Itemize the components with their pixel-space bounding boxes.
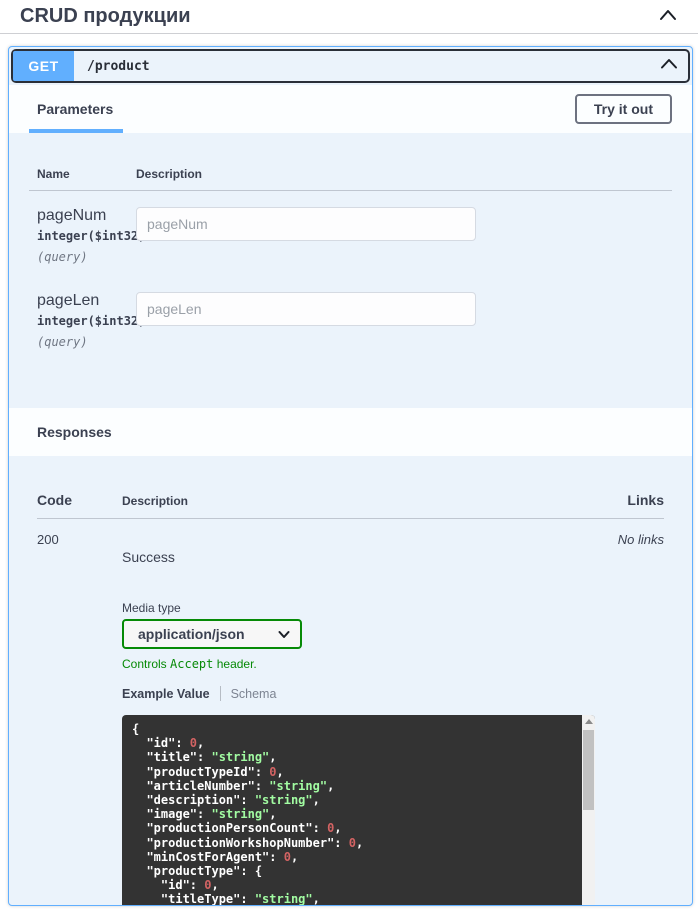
pagelen-input[interactable] [136, 292, 476, 326]
responses-table-header: Code Description Links [37, 476, 664, 519]
param-location: (query) [37, 335, 136, 349]
param-location: (query) [37, 250, 136, 264]
media-type-select[interactable]: application/json [122, 619, 302, 649]
response-description: Success [122, 549, 606, 565]
tab-example-value[interactable]: Example Value [122, 687, 210, 701]
tab-parameters: Parameters [29, 85, 123, 133]
arrow-up-icon [585, 719, 593, 724]
pagenum-input[interactable] [136, 207, 476, 241]
chevron-up-icon [660, 57, 678, 75]
param-type: integer($int32) [37, 229, 136, 243]
media-type-label: Media type [122, 601, 606, 615]
responses-title: Responses [29, 424, 112, 440]
scrollbar-thumb[interactable] [583, 730, 594, 810]
tag-section-header[interactable]: CRUD продукции [0, 0, 698, 34]
example-json: { "id": 0, "title": "string", "productTy… [122, 715, 595, 906]
media-type-selected: application/json [138, 626, 245, 642]
http-method-badge: GET [13, 51, 74, 81]
column-header-name: Name [29, 167, 136, 181]
accept-header-note: Controls Accept header. [122, 657, 606, 671]
column-header-description: Description [136, 167, 202, 181]
responses-header-bar: Responses [9, 408, 692, 456]
table-row: 200 Success Media type application/json … [37, 519, 664, 906]
tab-separator [220, 686, 221, 701]
tag-title: CRUD продукции [20, 4, 191, 28]
endpoint-path: /product [87, 59, 660, 74]
column-header-links: Links [606, 492, 664, 508]
column-header-description: Description [122, 494, 606, 508]
tab-schema[interactable]: Schema [231, 687, 277, 701]
opblock-summary[interactable]: GET /product [11, 49, 690, 83]
column-header-code: Code [37, 492, 122, 508]
example-code-block: { "id": 0, "title": "string", "productTy… [122, 715, 595, 906]
parameters-table-header: Name Description [29, 153, 672, 191]
tag-collapse-button[interactable] [658, 8, 678, 25]
try-it-out-button[interactable]: Try it out [575, 94, 672, 124]
parameters-tab-label: Parameters [37, 101, 113, 117]
accept-code: Accept [170, 657, 213, 671]
scrollbar-up-button[interactable] [582, 715, 595, 728]
parameters-header-bar: Parameters Try it out [9, 85, 692, 133]
table-row: pageNum integer($int32) (query) [29, 191, 672, 276]
opblock-get-product: GET /product Parameters Try it out Name … [8, 46, 693, 906]
response-code: 200 [37, 532, 122, 906]
table-row: pageLen integer($int32) (query) [29, 276, 672, 361]
code-scrollbar[interactable] [582, 715, 595, 906]
param-name: pageLen [37, 292, 136, 310]
opblock-collapse-button[interactable] [660, 57, 678, 75]
parameters-area: Name Description pageNum integer($int32)… [9, 133, 692, 408]
example-tabs: Example Value Schema [122, 686, 606, 701]
responses-area: Code Description Links 200 Success Media… [9, 456, 692, 906]
chevron-up-icon [658, 8, 678, 25]
param-name: pageNum [37, 207, 136, 225]
param-type: integer($int32) [37, 314, 136, 328]
response-links: No links [606, 532, 664, 906]
chevron-down-icon [278, 626, 290, 642]
